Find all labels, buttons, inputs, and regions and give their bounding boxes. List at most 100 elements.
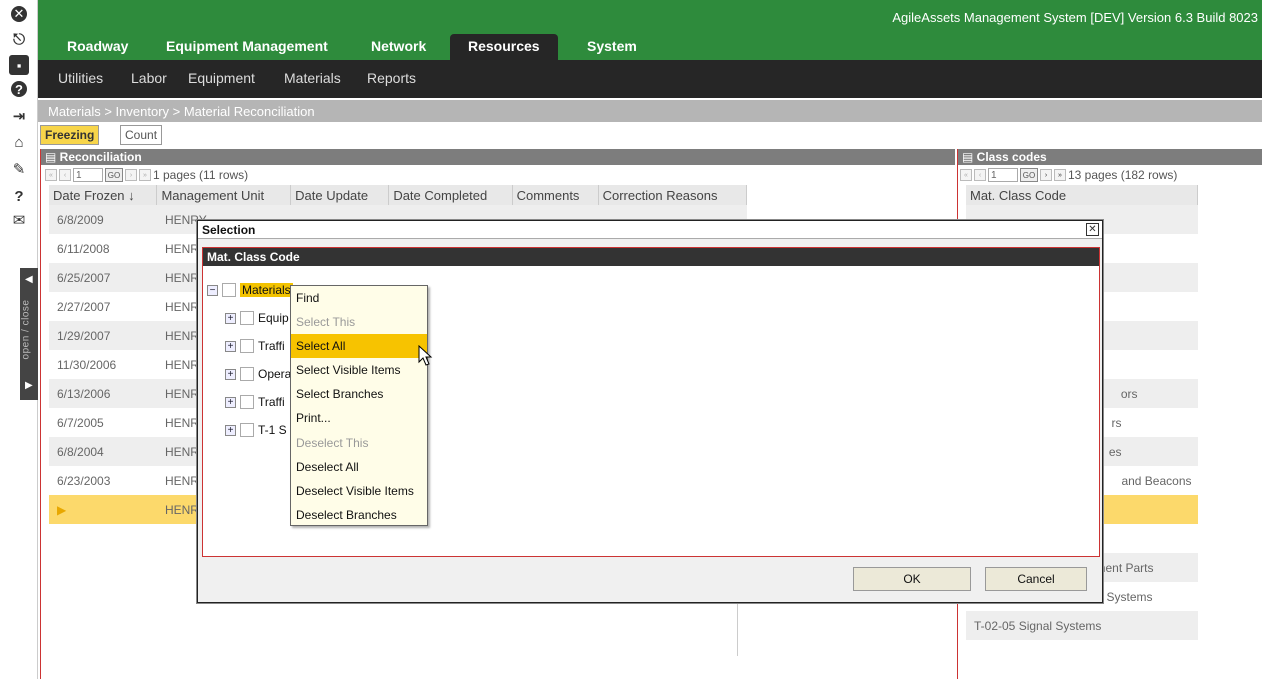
tree-checkbox[interactable] [240,423,254,437]
cell-date: 6/8/2004 [49,437,157,466]
col-correction-reasons[interactable]: Correction Reasons [598,185,748,205]
tree-node-materials[interactable]: − Materials [207,282,293,298]
last-page-icon[interactable]: » [139,169,151,181]
menu-item-select-all[interactable]: Select All [291,334,427,359]
list-icon: ▤ [45,150,60,164]
col-date-completed[interactable]: Date Completed [388,185,513,205]
cell-date: 6/7/2005 [57,415,104,430]
close-icon[interactable]: ✕ [11,6,27,22]
tree-node-label[interactable]: Traffi [258,395,285,409]
home-icon[interactable]: ⌂ [9,132,29,152]
cell-date: 2/27/2007 [57,299,111,314]
next-page-icon[interactable]: › [1040,169,1052,181]
expand-icon[interactable]: + [225,312,236,324]
col-comments[interactable]: Comments [512,185,599,205]
help-icon[interactable]: ? [11,81,27,97]
title-bar: AgileAssets Management System [DEV] Vers… [38,0,1262,34]
col-date-frozen[interactable]: Date Frozen ↓ [49,185,158,205]
expand-icon[interactable]: + [225,340,236,352]
expand-icon[interactable]: + [225,368,236,380]
class-codes-header: ▤ Class codes [958,149,1262,165]
prev-page-icon[interactable]: ‹ [974,169,986,181]
subnav-materials[interactable]: Materials [284,70,341,86]
tree-node-label[interactable]: Traffi [258,339,285,353]
tree-checkbox[interactable] [222,283,236,297]
menu-item-find[interactable]: Find [291,286,427,310]
cell-date: 6/23/2003 [57,473,111,488]
collapse-icon[interactable]: − [207,284,218,296]
subnav-utilities[interactable]: Utilities [58,70,103,86]
menu-item-deselect-visible[interactable]: Deselect Visible Items [291,479,427,503]
tree-node[interactable]: + Traffi [225,338,285,354]
page-input[interactable] [73,168,103,182]
breadcrumb: Materials > Inventory > Material Reconci… [38,98,1262,122]
col-mat-class-code[interactable]: Mat. Class Code [966,185,1198,205]
tree-checkbox[interactable] [240,339,254,353]
table-row[interactable]: T-02-05 Signal Systems [966,611,1198,640]
go-button[interactable]: GO [105,168,123,182]
pager-info: 1 pages (11 rows) [153,168,249,182]
subnav-labor[interactable]: Labor [131,70,167,86]
prev-page-icon[interactable]: ‹ [59,169,71,181]
import-icon[interactable]: ⇥ [9,106,29,126]
tree-checkbox[interactable] [240,395,254,409]
chevron-left-icon: ◀ [25,274,33,285]
col-management-unit[interactable]: Management Unit [156,185,292,205]
nav-system[interactable]: System [569,34,655,60]
pager: « ‹ GO › » 13 pages (182 rows) [958,165,1262,185]
go-button[interactable]: GO [1020,168,1038,182]
cell-date: 1/29/2007 [49,321,157,350]
tree-checkbox[interactable] [240,311,254,325]
expand-icon[interactable]: + [225,396,236,408]
menu-item-select-branches[interactable]: Select Branches [291,382,427,406]
open-close-label: open / close [20,299,32,360]
next-page-icon[interactable]: › [125,169,137,181]
cell-date: 6/13/2006 [49,379,157,408]
top-nav: Roadway Equipment Management Network Res… [38,34,1262,60]
sub-nav: Utilities Labor Equipment Materials Repo… [38,60,1262,98]
tree-node-label[interactable]: Opera [258,367,291,381]
mail-icon[interactable]: ✉ [9,210,29,230]
tree-node[interactable]: + T-1 S [225,422,287,438]
expand-icon[interactable]: + [225,424,236,436]
tree-node-label[interactable]: Materials [240,283,293,297]
last-page-icon[interactable]: » [1054,169,1066,181]
subnav-reports[interactable]: Reports [367,70,416,86]
menu-item-deselect-branches[interactable]: Deselect Branches [291,503,427,527]
subnav-equipment[interactable]: Equipment [188,70,255,86]
menu-item-print[interactable]: Print... [291,406,427,430]
page-input[interactable] [988,168,1018,182]
logout-icon[interactable]: ⎋ [9,29,29,49]
tree-checkbox[interactable] [240,367,254,381]
first-page-icon[interactable]: « [960,169,972,181]
tree-node[interactable]: + Opera [225,366,291,382]
ok-button[interactable]: OK [853,567,971,591]
tree-header: Mat. Class Code [203,248,1099,266]
menu-item-select-this[interactable]: Select This [291,310,427,334]
first-page-icon[interactable]: « [45,169,57,181]
tree-node-label[interactable]: Equip [258,311,289,325]
save-icon[interactable]: ▪ [9,55,29,75]
menu-item-deselect-all[interactable]: Deselect All [291,455,427,479]
nav-resources[interactable]: Resources [450,34,558,60]
nav-network[interactable]: Network [353,34,444,60]
pager: « ‹ GO › » 1 pages (11 rows) [41,165,955,185]
nav-equipment-management[interactable]: Equipment Management [148,34,346,60]
edit-icon[interactable]: ✎ [9,159,29,179]
app-title: AgileAssets Management System [DEV] Vers… [892,10,1258,25]
cancel-button[interactable]: Cancel [985,567,1087,591]
tree-node-label[interactable]: T-1 S [258,423,287,437]
menu-item-deselect-this[interactable]: Deselect This [291,431,427,455]
open-close-toggle[interactable]: ◀ open / close ▶ [20,268,38,400]
nav-roadway[interactable]: Roadway [49,34,146,60]
cell-date: 6/25/2007 [49,263,157,292]
menu-item-select-visible[interactable]: Select Visible Items [291,358,427,382]
tab-freezing[interactable]: Freezing [40,125,100,145]
tab-count[interactable]: Count [120,125,163,145]
list-icon: ▤ [962,150,977,164]
col-date-update[interactable]: Date Update [290,185,390,205]
question-icon[interactable]: ? [9,186,29,206]
tree-node[interactable]: + Equip [225,310,289,326]
tree-node[interactable]: + Traffi [225,394,285,410]
close-icon[interactable]: ✕ [1086,223,1099,236]
